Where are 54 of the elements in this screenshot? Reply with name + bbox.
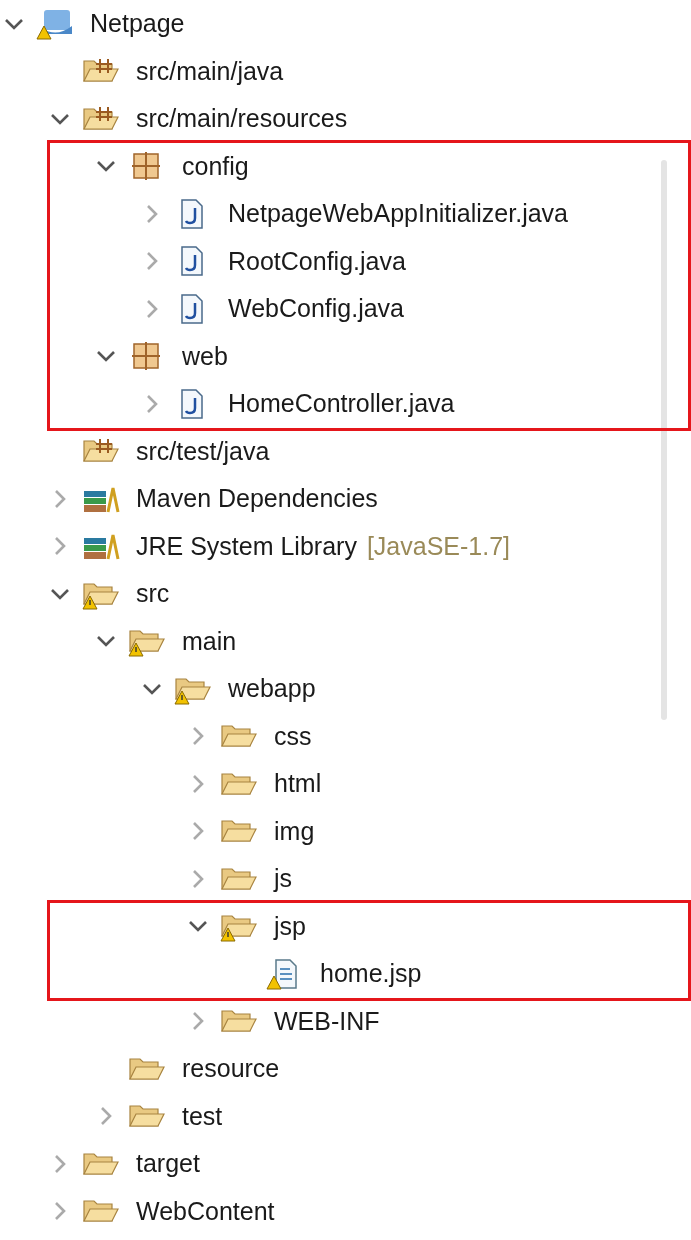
item-label: webapp	[228, 673, 316, 704]
item-label: js	[274, 863, 293, 894]
tree-item[interactable]: Netpage	[0, 0, 691, 48]
tree-item[interactable]: NetpageWebAppInitializer.java	[50, 190, 688, 238]
library-version: [JavaSE-1.7]	[366, 530, 511, 562]
item-label: src/main/java	[136, 55, 284, 87]
tree-item[interactable]: config	[50, 142, 688, 190]
tree-item[interactable]: WebContent	[0, 1187, 691, 1235]
item-label: Netpage	[90, 8, 185, 39]
item-label: WebConfig.java	[228, 293, 405, 324]
tree-item[interactable]: WEB-INF	[0, 997, 691, 1045]
tree-item[interactable]: HomeController.java	[50, 380, 688, 428]
tree-item[interactable]: html	[0, 760, 691, 808]
item-label: RootConfig.java	[228, 245, 406, 277]
tree-item[interactable]: JRE System Library [JavaSE-1.7]	[0, 522, 691, 570]
tree-item[interactable]: home.jsp	[50, 950, 688, 998]
item-label: web	[182, 340, 228, 372]
tree-item[interactable]: css	[0, 712, 691, 760]
item-label: img	[274, 815, 315, 847]
item-label: home.jsp	[320, 958, 422, 989]
tree-item[interactable]: Maven Dependencies	[0, 475, 691, 523]
tree-item[interactable]: main	[0, 617, 691, 665]
item-label: NetpageWebAppInitializer.java	[228, 198, 569, 229]
item-label: target	[136, 1148, 200, 1179]
tree-item[interactable]: jsp	[50, 902, 688, 950]
tree-item[interactable]: web	[50, 332, 688, 380]
item-label: WEB-INF	[274, 1005, 380, 1037]
tree-item[interactable]: src	[0, 570, 691, 618]
tree-item[interactable]: src/main/java	[0, 47, 691, 95]
item-label: config	[182, 150, 249, 182]
tree-item[interactable]: src/test/java	[0, 427, 691, 475]
item-label: html	[274, 768, 322, 799]
tree-item[interactable]: test	[0, 1092, 691, 1140]
item-label: HomeController.java	[228, 388, 455, 419]
tree-item[interactable]: img	[0, 807, 691, 855]
item-label: src	[136, 578, 170, 609]
item-label: jsp	[274, 910, 306, 942]
item-label: test	[182, 1100, 223, 1132]
scrollbar[interactable]	[661, 160, 667, 720]
item-label: src/main/resources	[136, 103, 348, 134]
item-label: main	[182, 625, 237, 657]
tree-item[interactable]: RootConfig.java	[50, 237, 688, 285]
item-label: Maven Dependencies	[136, 483, 378, 514]
item-label: WebContent	[136, 1195, 275, 1227]
tree-item[interactable]: webapp	[0, 665, 691, 713]
item-label: src/test/java	[136, 435, 270, 467]
tree-item[interactable]: src/main/resources	[0, 95, 691, 143]
tree-item[interactable]: js	[0, 855, 691, 903]
item-label: resource	[182, 1053, 280, 1084]
tree-item[interactable]: target	[0, 1140, 691, 1188]
tree-item[interactable]: resource	[0, 1045, 691, 1093]
item-label: css	[274, 720, 312, 752]
item-label: JRE System Library	[136, 530, 357, 562]
tree-item[interactable]: WebConfig.java	[50, 285, 688, 333]
